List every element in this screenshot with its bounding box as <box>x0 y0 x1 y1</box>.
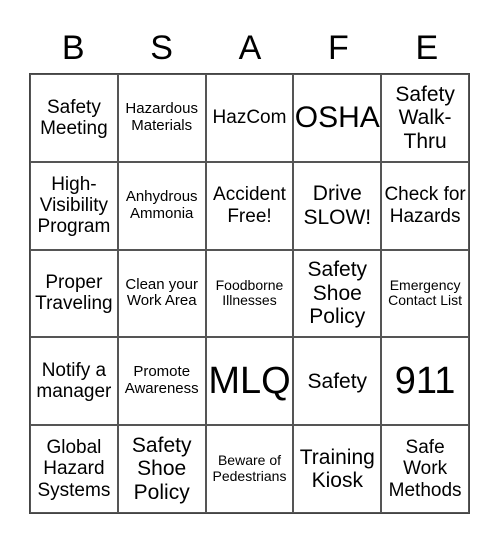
bingo-cell[interactable]: Foodborne Illnesses <box>205 249 294 338</box>
bingo-cell[interactable]: Check for Hazards <box>381 161 469 250</box>
bingo-cell-text: Clean your Work Area <box>125 275 198 310</box>
bingo-cell[interactable]: Anhydrous Ammonia <box>117 161 206 250</box>
bingo-cell-text: Proper Traveling <box>35 272 113 315</box>
bingo-board: Safety Meeting Hazardous Materials HazCom O… <box>29 73 470 514</box>
bingo-cell[interactable]: Beware of Pedestrians <box>205 425 294 513</box>
bingo-cell-text: OSHA <box>294 101 380 135</box>
header-letter-s: S <box>150 29 173 67</box>
bingo-cell-text: Hazardous Materials <box>125 100 198 134</box>
bingo-cell-text: Safety Walk-Thru <box>395 82 455 153</box>
bingo-cell[interactable]: HazCom <box>205 74 294 162</box>
bingo-cell[interactable]: MLQ <box>205 337 294 426</box>
header-letter-f: F <box>328 29 349 67</box>
bingo-cell[interactable]: Safety Walk-Thru <box>381 74 469 162</box>
bingo-cell[interactable]: Safety Shoe Policy <box>117 425 206 513</box>
bingo-cell-text: Safety Meeting <box>40 96 108 139</box>
bingo-cell[interactable]: High-Visibility Program <box>30 161 118 250</box>
bingo-cell-text: Safety <box>307 369 368 393</box>
bingo-cell-text: Training Kiosk <box>299 445 375 493</box>
bingo-cell-text: Safety Shoe Policy <box>307 258 368 329</box>
bingo-cell-text: Notify a manager <box>36 360 112 403</box>
bingo-cell-text: Global Hazard Systems <box>37 437 111 501</box>
bingo-cell-text: Promote Awareness <box>124 363 199 398</box>
bingo-cell-text: Emergency Contact List <box>388 276 463 309</box>
bingo-cell[interactable]: Safety Shoe Policy <box>293 249 382 338</box>
bingo-cell[interactable]: Safe Work Methods <box>381 425 469 513</box>
bingo-cell-text: Beware of Pedestrians <box>212 452 287 485</box>
bingo-cell[interactable]: Safety <box>293 337 382 426</box>
header-letter-b: B <box>61 29 85 67</box>
bingo-cell-text: Safety Shoe Policy <box>131 433 192 504</box>
bingo-cell-text: HazCom <box>212 107 287 129</box>
bingo-cell-text: Foodborne Illnesses <box>215 276 284 309</box>
bingo-cell[interactable]: 911 <box>381 337 469 426</box>
bingo-cell[interactable]: Drive SLOW! <box>293 161 382 250</box>
bingo-cell[interactable]: Promote Awareness <box>117 337 206 426</box>
bingo-cell[interactable]: Proper Traveling <box>30 249 118 338</box>
bingo-cell[interactable]: Accident Free! <box>205 161 294 250</box>
bingo-cell[interactable]: Emergency Contact List <box>381 249 469 338</box>
bingo-cell-text: MLQ <box>208 360 291 403</box>
header-letter-a: A <box>238 29 262 67</box>
bingo-cell[interactable]: Safety Meeting <box>30 74 118 162</box>
bingo-cell[interactable]: Hazardous Materials <box>117 74 206 162</box>
bingo-cell-text: Check for Hazards <box>384 184 466 227</box>
bingo-cell[interactable]: Training Kiosk <box>293 425 382 513</box>
bingo-header: B S A F E <box>29 24 471 72</box>
bingo-cell[interactable]: Global Hazard Systems <box>30 425 118 513</box>
bingo-cell-text: Drive SLOW! <box>303 182 372 229</box>
bingo-cell[interactable]: Clean your Work Area <box>117 249 206 338</box>
bingo-cell-text: Accident Free! <box>213 184 286 227</box>
bingo-cell-text: Anhydrous Ammonia <box>125 187 198 222</box>
bingo-cell-text: 911 <box>394 360 456 403</box>
bingo-cell[interactable]: Notify a manager <box>30 337 118 426</box>
bingo-cell[interactable]: OSHA <box>293 74 382 162</box>
header-letter-e: E <box>415 29 439 67</box>
bingo-cell-text: Safe Work Methods <box>388 437 462 501</box>
bingo-cell-text: High-Visibility Program <box>37 173 111 238</box>
